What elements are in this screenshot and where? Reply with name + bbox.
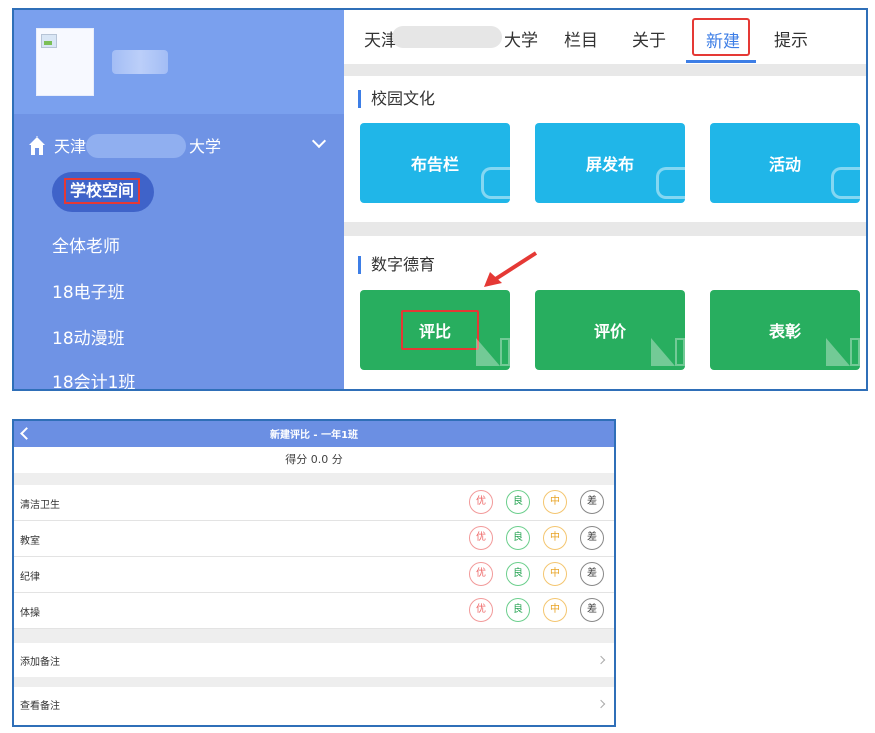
grade-good-button[interactable]: 良: [506, 526, 530, 550]
grade-fair-button[interactable]: 中: [543, 562, 567, 586]
grade-excellent-button[interactable]: 优: [469, 526, 493, 550]
page-title: 新建评比 - 一年1班: [269, 430, 359, 441]
rating-row-label: 体操: [20, 608, 40, 619]
mobile-header: 新建评比 - 一年1班: [14, 421, 614, 447]
tile-highlight: [401, 310, 479, 350]
ruler-icon: [649, 336, 685, 366]
sidebar-item-class[interactable]: 18动漫班: [52, 324, 125, 349]
beaker-icon: [831, 167, 862, 199]
chevron-right-icon: [596, 699, 606, 709]
chevron-down-icon: [311, 133, 327, 149]
rating-row-label: 纪律: [20, 572, 40, 583]
tile-bulletin-board[interactable]: 布告栏: [360, 123, 512, 203]
grade-good-button[interactable]: 良: [506, 490, 530, 514]
school-name-suffix: 大学: [189, 137, 222, 156]
grade-excellent-button[interactable]: 优: [469, 598, 493, 622]
grade-good-button[interactable]: 良: [506, 598, 530, 622]
view-note-row[interactable]: 查看备注: [14, 687, 614, 721]
section-title-digital-moral: 数字德育: [358, 256, 435, 274]
nav-new-highlight[interactable]: 新建: [692, 18, 750, 56]
beaker-icon: [656, 167, 687, 199]
add-note-label: 添加备注: [20, 657, 60, 668]
tile-commend[interactable]: 表彰: [710, 290, 860, 370]
rating-row: 体操 优 良 中 差: [14, 593, 614, 629]
tile-screen-publish[interactable]: 屏发布: [535, 123, 687, 203]
grade-good-button[interactable]: 良: [506, 562, 530, 586]
chevron-right-icon: [596, 655, 606, 665]
sidebar-item-label: 学校空间: [64, 178, 141, 204]
tile-activity[interactable]: 活动: [710, 123, 862, 203]
divider: [344, 64, 866, 76]
sidebar-item-all-teachers[interactable]: 全体老师: [52, 232, 120, 257]
school-selector[interactable]: 天津 大学: [14, 128, 344, 162]
grade-excellent-button[interactable]: 优: [469, 490, 493, 514]
school-logo: [36, 28, 94, 96]
app-screenshot-desktop: 天津 大学 学校空间 全体老师 18电子班 18动漫班 18会计1班 天津 大学…: [12, 8, 868, 391]
ruler-icon: [474, 336, 510, 366]
divider: [14, 629, 614, 643]
grade-poor-button[interactable]: 差: [580, 562, 604, 586]
nav-about[interactable]: 关于: [632, 26, 666, 51]
score-display: 得分 0.0 分: [14, 447, 614, 473]
rating-row-label: 清洁卫生: [20, 500, 60, 511]
divider: [14, 473, 614, 485]
grade-poor-button[interactable]: 差: [580, 598, 604, 622]
logo-name-redacted: [112, 50, 168, 74]
sidebar-item-class[interactable]: 18电子班: [52, 278, 125, 303]
sidebar-item-class[interactable]: 18会计1班: [52, 368, 135, 389]
ruler-icon: [824, 336, 860, 366]
broken-image-icon: [41, 34, 57, 48]
sidebar-item-school-space[interactable]: 学校空间: [52, 172, 154, 212]
rating-row-label: 教室: [20, 536, 40, 547]
grade-fair-button[interactable]: 中: [543, 490, 567, 514]
nav-tips[interactable]: 提示: [774, 26, 808, 51]
nav-school-name-redacted: [392, 26, 502, 48]
view-note-label: 查看备注: [20, 701, 60, 712]
add-note-row[interactable]: 添加备注: [14, 643, 614, 677]
divider: [14, 677, 614, 687]
tile-evaluation-compare[interactable]: 评比: [360, 290, 510, 370]
nav-active-indicator: [686, 60, 756, 63]
nav-columns[interactable]: 栏目: [564, 26, 598, 51]
logo-area: [14, 10, 344, 114]
nav-new: 新建: [706, 32, 740, 52]
divider: [344, 222, 866, 236]
grade-excellent-button[interactable]: 优: [469, 562, 493, 586]
beaker-icon: [481, 167, 512, 199]
tile-evaluate[interactable]: 评价: [535, 290, 685, 370]
grade-poor-button[interactable]: 差: [580, 490, 604, 514]
rating-row: 清洁卫生 优 良 中 差: [14, 485, 614, 521]
grade-fair-button[interactable]: 中: [543, 526, 567, 550]
red-arrow-icon: [484, 251, 538, 287]
top-navigation: 天津 大学 栏目 关于 新建 提示: [344, 10, 866, 66]
rating-row: 纪律 优 良 中 差: [14, 557, 614, 593]
school-building-icon: [29, 136, 45, 155]
section-title-campus-culture: 校园文化: [358, 90, 435, 108]
school-name-prefix: 天津: [54, 137, 87, 156]
sidebar: 天津 大学 学校空间 全体老师 18电子班 18动漫班 18会计1班: [14, 10, 344, 389]
rating-row: 教室 优 良 中 差: [14, 521, 614, 557]
school-name-redacted: [86, 134, 186, 158]
nav-school-suffix[interactable]: 大学: [504, 26, 538, 51]
grade-poor-button[interactable]: 差: [580, 526, 604, 550]
app-screenshot-mobile: 新建评比 - 一年1班 得分 0.0 分 清洁卫生 优 良 中 差 教室 优 良…: [12, 419, 616, 727]
grade-fair-button[interactable]: 中: [543, 598, 567, 622]
